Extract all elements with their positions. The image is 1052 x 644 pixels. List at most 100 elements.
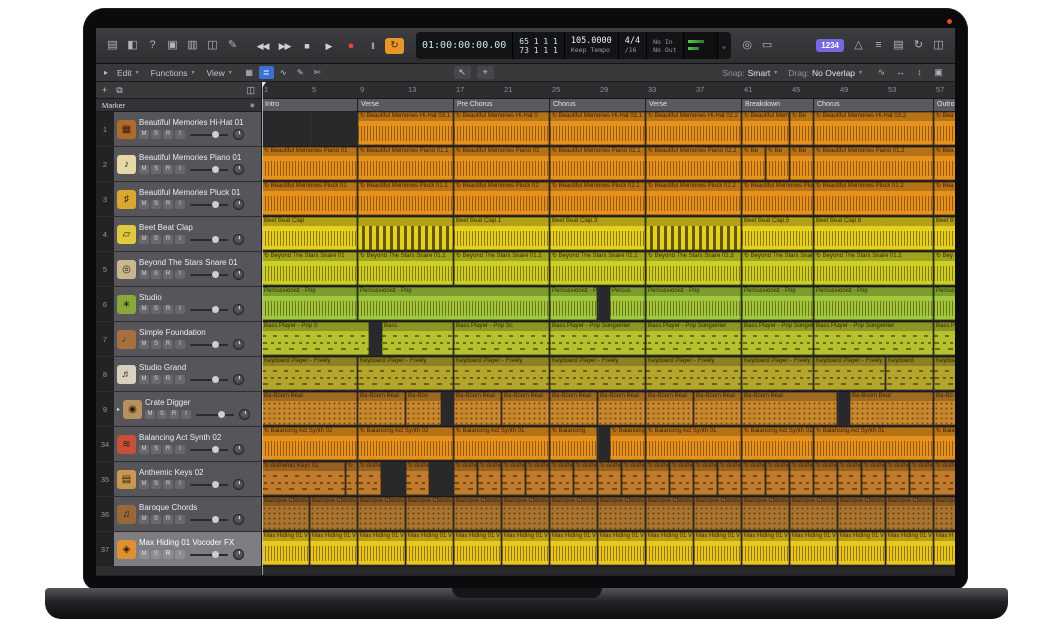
- region[interactable]: Max Hiding 01 V: [550, 532, 597, 565]
- menu-view[interactable]: View ▼: [206, 68, 232, 78]
- quick-help-icon[interactable]: ?: [144, 38, 161, 53]
- track-name[interactable]: Studio Grand: [139, 363, 258, 372]
- region[interactable]: [358, 217, 453, 250]
- region[interactable]: Beet Beat Clap.6: [814, 217, 933, 250]
- track-record-button[interactable]: R: [163, 340, 173, 349]
- track-name[interactable]: Max Hiding 01 Vocoder FX: [139, 538, 258, 547]
- region[interactable]: ↻ Anthe: [454, 462, 477, 495]
- region[interactable]: ↻ Anthe: [766, 462, 789, 495]
- track-mute-button[interactable]: M: [139, 165, 149, 174]
- track-solo-button[interactable]: S: [151, 165, 161, 174]
- region[interactable]: ↻ Beyond The Stars Snare 02.1: [550, 252, 645, 285]
- track-input-button[interactable]: I: [175, 270, 185, 279]
- region[interactable]: ↻ Beyond The Stars Snare 02.3: [646, 252, 741, 285]
- track-volume-slider[interactable]: [190, 344, 228, 346]
- section-marker-chorus[interactable]: Chorus: [814, 99, 933, 111]
- track-input-button[interactable]: I: [175, 375, 185, 384]
- track-input-button[interactable]: I: [175, 235, 185, 244]
- region[interactable]: ↻ Anthe: [406, 462, 429, 495]
- region[interactable]: Baroque Chords: [454, 497, 501, 530]
- region[interactable]: ↻ Beautiful Memories Piano 02.1: [550, 147, 645, 180]
- track-record-button[interactable]: R: [163, 305, 173, 314]
- track-input-button[interactable]: I: [175, 200, 185, 209]
- track-solo-button[interactable]: S: [151, 375, 161, 384]
- lcd-time-signature[interactable]: 4/4 /16: [619, 32, 647, 59]
- region[interactable]: ↻ Beautiful Memories Pluck 02: [454, 182, 549, 215]
- region[interactable]: ↻ Bea: [934, 112, 955, 145]
- region[interactable]: ↻ Balancing Act Synth 02: [358, 427, 453, 460]
- region[interactable]: Percus: [934, 287, 955, 320]
- region[interactable]: ↻ Beyond The Stars Snare 01.1: [358, 252, 453, 285]
- flex-icon[interactable]: ∿: [276, 66, 291, 79]
- region[interactable]: Max Hiding 01 V: [502, 532, 549, 565]
- track-volume-slider[interactable]: [190, 449, 228, 451]
- track-header[interactable]: 34≋Balancing Act Synth 02MSRI: [96, 427, 261, 461]
- region[interactable]: ↻ Bala: [934, 427, 955, 460]
- region[interactable]: Bass: [382, 322, 453, 355]
- track-mute-button[interactable]: M: [139, 480, 149, 489]
- midi-in-icon[interactable]: ≣: [259, 66, 274, 79]
- region[interactable]: ↻ Be: [742, 147, 765, 180]
- track-name[interactable]: Simple Foundation: [139, 328, 258, 337]
- track-record-button[interactable]: R: [163, 130, 173, 139]
- browsers-icon[interactable]: ◫: [930, 38, 947, 53]
- region[interactable]: Baroque Chords: [646, 497, 693, 530]
- menu-edit[interactable]: Edit ▼: [117, 68, 140, 78]
- region[interactable]: Ba-Boom Beat: [742, 392, 837, 425]
- region[interactable]: Max H: [934, 532, 955, 565]
- smart-controls-icon[interactable]: ▣: [164, 38, 181, 53]
- rewind-button[interactable]: ◀◀: [253, 38, 272, 54]
- region[interactable]: Bass Player - Pop Songwriter: [742, 322, 813, 355]
- region[interactable]: Ba-Boom Beat: [358, 392, 405, 425]
- lcd-position[interactable]: 65 1 1 1 73 1 1 1: [513, 32, 565, 59]
- region[interactable]: Max Hiding 01 V: [454, 532, 501, 565]
- region[interactable]: ↻ Beautiful Memories Pluck 02.1: [550, 182, 645, 215]
- track-header[interactable]: 8♬Studio GrandMSRI: [96, 357, 261, 391]
- track-header[interactable]: 37◈Max Hiding 01 Vocoder FXMSRI: [96, 532, 261, 566]
- duplicate-track-button[interactable]: ⧉: [116, 85, 122, 96]
- region[interactable]: Percussionist - Pop: [814, 287, 933, 320]
- track-volume-slider[interactable]: [190, 379, 228, 381]
- track-name[interactable]: Studio: [139, 293, 258, 302]
- region[interactable]: ↻ Be: [790, 112, 813, 145]
- region[interactable]: ↻ Beautiful Memories Hi-Hat 03.1: [358, 112, 453, 145]
- track-solo-button[interactable]: S: [151, 445, 161, 454]
- stop-button[interactable]: ■: [297, 38, 316, 54]
- region[interactable]: Ba-Boom Beat: [550, 392, 597, 425]
- region[interactable]: ↻ Beautiful Memories Piano 02: [454, 147, 549, 180]
- region[interactable]: Bass Player - Pop Songwriter: [550, 322, 645, 355]
- track-record-button[interactable]: R: [169, 410, 179, 419]
- zoom-preset-icon[interactable]: ▣: [930, 66, 947, 79]
- region[interactable]: ↻ Beyond The Stars Snare 02.3: [742, 252, 813, 285]
- region[interactable]: Max Hiding 01 V: [406, 532, 453, 565]
- track-solo-button[interactable]: S: [151, 270, 161, 279]
- region[interactable]: Ba-Bo: [934, 392, 955, 425]
- track-volume-slider[interactable]: [190, 169, 228, 171]
- region[interactable]: Max Hiding 01 V: [694, 532, 741, 565]
- region[interactable]: ↻ Anthe: [670, 462, 693, 495]
- region[interactable]: Beet Beat Clap.1: [454, 217, 549, 250]
- region[interactable]: Baroque Chords: [262, 497, 309, 530]
- track-mute-button[interactable]: M: [139, 270, 149, 279]
- track-input-button[interactable]: I: [175, 550, 185, 559]
- region[interactable]: Beet Beat Clap.3: [550, 217, 645, 250]
- region[interactable]: Bass Player - Pop Sc: [454, 322, 549, 355]
- track-pan-knob[interactable]: [233, 549, 244, 560]
- track-header[interactable]: 7♩Simple FoundationMSRI: [96, 322, 261, 356]
- section-marker-chorus[interactable]: Chorus: [550, 99, 645, 111]
- track-name[interactable]: Beautiful Memories Pluck 01: [139, 188, 258, 197]
- region[interactable]: ↻ Anthe: [934, 462, 955, 495]
- track-header[interactable]: 35▤Anthemic Keys 02MSRI: [96, 462, 261, 496]
- region[interactable]: ↻ Anthe: [622, 462, 645, 495]
- cycle-button[interactable]: ↻: [385, 38, 404, 54]
- region[interactable]: Ba-Boom Beat: [646, 392, 693, 425]
- region[interactable]: ↻ Anthe: [358, 462, 381, 495]
- region[interactable]: Max Hiding 01 V: [790, 532, 837, 565]
- track-mute-button[interactable]: M: [139, 375, 149, 384]
- section-marker-verse[interactable]: Verse: [358, 99, 453, 111]
- track-solo-button[interactable]: S: [151, 515, 161, 524]
- library-icon[interactable]: ▤: [104, 38, 121, 53]
- region[interactable]: Keyboard Player - Freely: [358, 357, 453, 390]
- region[interactable]: Ba-Boom Beat: [694, 392, 741, 425]
- track-solo-button[interactable]: S: [157, 410, 167, 419]
